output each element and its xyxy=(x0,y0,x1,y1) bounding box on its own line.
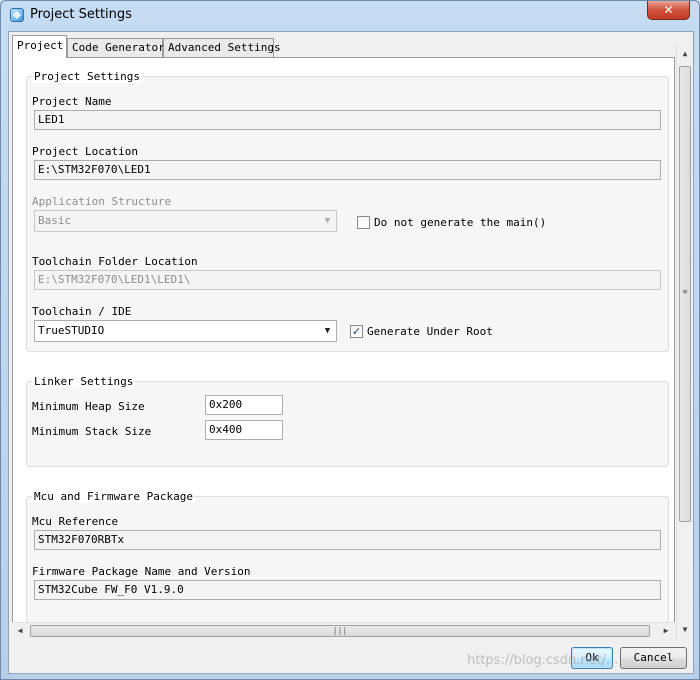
linker-settings-group: Linker Settings xyxy=(26,375,669,467)
tab-project[interactable]: Project xyxy=(12,35,67,58)
min-heap-input[interactable]: 0x200 xyxy=(205,395,283,415)
do-not-generate-main-label: Do not generate the main() xyxy=(374,216,547,229)
project-name-field[interactable]: LED1 xyxy=(34,110,661,130)
app-structure-select: Basic ▼ xyxy=(34,210,337,232)
toolchain-ide-value: TrueSTUDIO xyxy=(38,324,105,337)
title-bar[interactable]: Project Settings ✕ xyxy=(1,1,699,31)
scroll-down-icon[interactable]: ▼ xyxy=(677,622,693,638)
project-settings-window: Project Settings ✕ Project Code Generato… xyxy=(0,0,700,680)
toolchain-folder-field: E:\STM32F070\LED1\LED1\ xyxy=(34,270,661,290)
project-location-label: Project Location xyxy=(32,145,138,158)
vertical-scrollbar[interactable]: ▲ ≡ ▼ xyxy=(676,46,693,640)
grip-icon: ||| xyxy=(332,626,348,635)
generate-under-root-label: Generate Under Root xyxy=(367,325,493,338)
check-icon[interactable]: ✓ xyxy=(350,325,363,338)
min-stack-input[interactable]: 0x400 xyxy=(205,420,283,440)
app-cube-icon xyxy=(10,8,24,22)
app-structure-label: Application Structure xyxy=(32,195,172,208)
horizontal-scroll-thumb[interactable]: ||| xyxy=(30,625,650,637)
firmware-field[interactable]: STM32Cube FW_F0 V1.9.0 xyxy=(34,580,661,600)
project-tab-panel: Project Settings Project Name LED1 Proje… xyxy=(12,57,675,637)
cancel-button[interactable]: Cancel xyxy=(620,647,687,669)
project-settings-title: Project Settings xyxy=(32,70,142,83)
window-title: Project Settings xyxy=(30,7,132,22)
scroll-left-icon[interactable]: ◀ xyxy=(12,623,28,639)
mcu-reference-field[interactable]: STM32F070RBTx xyxy=(34,530,661,550)
toolchain-ide-select[interactable]: TrueSTUDIO ▼ xyxy=(34,320,337,342)
toolchain-folder-label: Toolchain Folder Location xyxy=(32,255,198,268)
mcu-reference-label: Mcu Reference xyxy=(32,515,119,528)
app-structure-value: Basic xyxy=(38,214,72,227)
scroll-up-icon[interactable]: ▲ xyxy=(677,46,693,62)
firmware-label: Firmware Package Name and Version xyxy=(32,565,251,578)
horizontal-scrollbar[interactable]: ◀ ||| ▶ xyxy=(12,622,675,639)
checkbox-box[interactable] xyxy=(357,216,370,229)
grip-icon: ≡ xyxy=(682,287,688,296)
watermark-text: https://blog.csdn.net/... xyxy=(467,653,619,668)
chevron-down-icon[interactable]: ▼ xyxy=(319,321,336,341)
project-name-label: Project Name xyxy=(32,95,112,108)
chevron-down-icon: ▼ xyxy=(324,216,331,226)
min-heap-label: Minimum Heap Size xyxy=(32,400,145,413)
tab-code-generator[interactable]: Code Generator xyxy=(67,38,165,58)
tab-advanced-settings[interactable]: Advanced Settings xyxy=(163,38,281,58)
min-stack-label: Minimum Stack Size xyxy=(32,425,152,438)
close-button[interactable]: ✕ xyxy=(647,1,690,20)
vertical-scroll-thumb[interactable]: ≡ xyxy=(679,66,691,522)
scroll-right-icon[interactable]: ▶ xyxy=(658,623,674,639)
linker-settings-title: Linker Settings xyxy=(32,375,136,388)
dialog-body: Project Code Generator Advanced Settings… xyxy=(8,31,694,674)
toolchain-ide-label: Toolchain / IDE xyxy=(32,305,132,318)
mcu-firmware-title: Mcu and Firmware Package xyxy=(32,490,195,503)
project-location-field[interactable]: E:\STM32F070\LED1 xyxy=(34,160,661,180)
